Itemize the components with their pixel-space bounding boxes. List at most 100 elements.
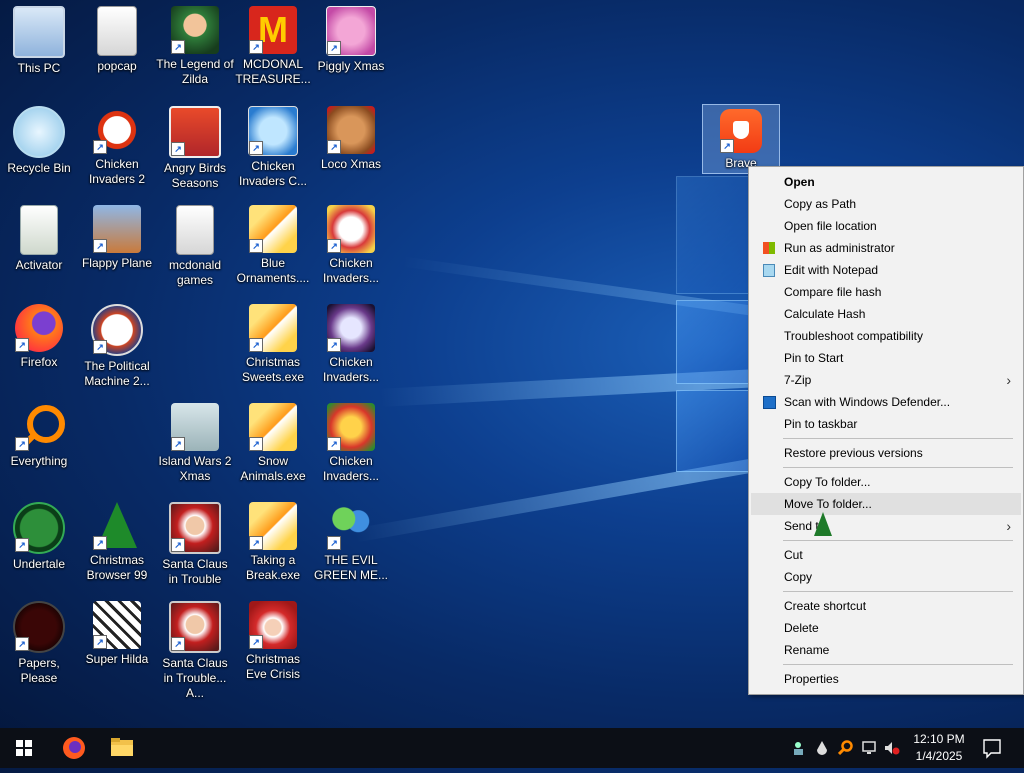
shortcut-arrow-icon: ↗ <box>93 239 107 253</box>
desktop-icon-label: The Political Machine 2... <box>84 359 150 388</box>
menu-separator <box>783 664 1013 665</box>
defender-icon <box>763 396 776 409</box>
taskbar-file-explorer-button[interactable] <box>98 728 146 768</box>
desktop-icon-chicken-invaders-3[interactable]: ↗ Chicken Invaders... <box>312 205 390 286</box>
desktop-icon-blue-ornaments[interactable]: ↗ Blue Ornaments.... <box>234 205 312 286</box>
desktop-icon-christmas-eve-crisis[interactable]: ↗ Christmas Eve Crisis <box>234 601 312 682</box>
desktop-icon-snow-animals[interactable]: ↗ Snow Animals.exe <box>234 403 312 484</box>
desktop-icon-label: Angry Birds Seasons <box>163 161 227 190</box>
shortcut-arrow-icon: ↗ <box>249 536 263 550</box>
start-button[interactable] <box>0 728 48 768</box>
shortcut-arrow-icon: ↗ <box>327 140 341 154</box>
desktop-icon-legend-of-zilda[interactable]: ↗ The Legend of Zilda <box>156 6 234 87</box>
menu-item-label: Create shortcut <box>784 599 867 613</box>
menu-item-label: Delete <box>784 621 819 635</box>
menu-item-move-to-folder[interactable]: Move To folder... <box>751 493 1021 515</box>
taskbar-clock[interactable]: 12:10 PM 1/4/2025 <box>908 731 970 765</box>
desktop-icon-christmas-browser[interactable]: ↗ Christmas Browser 99 <box>78 502 156 583</box>
desktop-icon-activator[interactable]: Activator <box>0 205 78 273</box>
desktop-icon-santa-claus-trouble[interactable]: ↗ Santa Claus in Trouble <box>156 502 234 587</box>
desktop-icon-undertale[interactable]: ↗ Undertale <box>0 502 78 572</box>
bear-icon: ↗ <box>327 106 375 154</box>
desktop-icon-loco-xmas[interactable]: ↗ Loco Xmas <box>312 106 390 172</box>
desktop-icon-label: Chicken Invaders... <box>322 454 380 483</box>
firefox-icon <box>63 737 85 759</box>
desktop-icon-santa-claus-trouble-again[interactable]: ↗ Santa Claus in Trouble... A... <box>156 601 234 701</box>
shortcut-arrow-icon: ↗ <box>249 40 263 54</box>
menu-item-compare-file-hash[interactable]: Compare file hash <box>751 281 1021 303</box>
desktop-icon-taking-a-break[interactable]: ↗ Taking a Break.exe <box>234 502 312 583</box>
menu-item-rename[interactable]: Rename <box>751 639 1021 661</box>
menu-item-open[interactable]: Open <box>751 171 1021 193</box>
menu-item-7zip[interactable]: 7-Zip › <box>751 369 1021 391</box>
desktop-icon-papers-please[interactable]: ↗ Papers, Please <box>0 601 78 686</box>
desktop-icon-popcap[interactable]: popcap <box>78 6 156 74</box>
desktop-icon-mcdonald-games[interactable]: mcdonald games <box>156 205 234 288</box>
desktop-icon-mcdonal-treasure[interactable]: M ↗ MCDONAL TREASURE... <box>234 6 312 87</box>
network-people-icon[interactable] <box>792 740 808 756</box>
menu-item-cut[interactable]: Cut <box>751 544 1021 566</box>
desktop-icon-firefox[interactable]: ↗ Firefox <box>0 304 78 370</box>
desktop-icon-chicken-invaders-5[interactable]: ↗ Chicken Invaders... <box>312 403 390 484</box>
desktop-icon-label: Activator <box>15 258 63 272</box>
menu-item-properties[interactable]: Properties <box>751 668 1021 690</box>
action-center-button[interactable] <box>972 728 1012 768</box>
desktop-icon-brave[interactable]: ↗ Brave <box>702 104 780 174</box>
desktop-icon-evil-green-messenger[interactable]: ↗ THE EVIL GREEN ME... <box>312 502 390 583</box>
drop-icon[interactable] <box>814 740 830 756</box>
game-icon: ↗ <box>93 205 141 253</box>
political-icon: ↗ <box>91 304 143 356</box>
shortcut-arrow-icon: ↗ <box>327 239 341 253</box>
desktop-icon-chicken-invaders-c[interactable]: ↗ Chicken Invaders C... <box>234 106 312 189</box>
menu-item-create-shortcut[interactable]: Create shortcut <box>751 595 1021 617</box>
menu-item-label: Cut <box>784 548 803 562</box>
desktop-icon-label: Flappy Plane <box>81 256 153 270</box>
taskbar: 12:10 PM 1/4/2025 <box>0 728 1024 768</box>
menu-separator <box>783 591 1013 592</box>
menu-item-pin-to-start[interactable]: Pin to Start <box>751 347 1021 369</box>
menu-item-calculate-hash[interactable]: Calculate Hash <box>751 303 1021 325</box>
search-icon[interactable] <box>837 740 854 756</box>
menu-item-troubleshoot-compatibility[interactable]: Troubleshoot compatibility <box>751 325 1021 347</box>
menu-item-delete[interactable]: Delete <box>751 617 1021 639</box>
shortcut-arrow-icon: ↗ <box>15 637 29 651</box>
desktop-icon-island-wars[interactable]: ↗ Island Wars 2 Xmas <box>156 403 234 484</box>
shortcut-arrow-icon: ↗ <box>93 140 107 154</box>
menu-item-scan-windows-defender[interactable]: Scan with Windows Defender... <box>751 391 1021 413</box>
desktop-icon-piggly-xmas[interactable]: ↗ Piggly Xmas <box>312 6 390 74</box>
desktop-icon-flappy-plane[interactable]: ↗ Flappy Plane <box>78 205 156 271</box>
desktop-icon-everything[interactable]: ↗ Everything <box>0 403 78 469</box>
taskbar-firefox-button[interactable] <box>50 728 98 768</box>
context-menu: Open Copy as Path Open file location Run… <box>748 166 1024 695</box>
menu-item-run-as-administrator[interactable]: Run as administrator <box>751 237 1021 259</box>
mcdonalds-icon: M ↗ <box>249 6 297 54</box>
menu-item-open-file-location[interactable]: Open file location <box>751 215 1021 237</box>
menu-item-copy[interactable]: Copy <box>751 566 1021 588</box>
desktop-icon-angry-birds-seasons[interactable]: ↗ Angry Birds Seasons <box>156 106 234 191</box>
chicken-icon: ↗ <box>248 106 298 156</box>
recycle-bin-icon <box>13 106 65 158</box>
desktop-icon-chicken-invaders-4[interactable]: ↗ Chicken Invaders... <box>312 304 390 385</box>
desktop-icon-christmas-sweets[interactable]: ↗ Christmas Sweets.exe <box>234 304 312 385</box>
menu-item-pin-to-taskbar[interactable]: Pin to taskbar <box>751 413 1021 435</box>
windows-logo-pane <box>676 176 750 294</box>
desktop-icon-this-pc[interactable]: This PC <box>0 6 78 76</box>
menu-item-send-to[interactable]: Send to › <box>751 515 1021 537</box>
menu-item-copy-to-folder[interactable]: Copy To folder... <box>751 471 1021 493</box>
menu-item-copy-as-path[interactable]: Copy as Path <box>751 193 1021 215</box>
network-icon[interactable] <box>862 740 878 756</box>
pig-icon: ↗ <box>326 6 376 56</box>
desktop-icon-label: Undertale <box>12 557 66 571</box>
shortcut-arrow-icon: ↗ <box>249 141 263 155</box>
menu-separator <box>783 467 1013 468</box>
desktop-icon-political-machine[interactable]: ↗ The Political Machine 2... <box>78 304 156 389</box>
desktop-icon-chicken-invaders-2[interactable]: ↗ Chicken Invaders 2 <box>78 106 156 187</box>
menu-item-restore-previous-versions[interactable]: Restore previous versions <box>751 442 1021 464</box>
desktop-icon-recycle-bin[interactable]: Recycle Bin <box>0 106 78 176</box>
desktop-icon-super-hilda[interactable]: ↗ Super Hilda <box>78 601 156 667</box>
desktop-icon-label: Chicken Invaders C... <box>238 159 308 188</box>
volume-muted-icon[interactable] <box>884 740 900 756</box>
menu-item-edit-with-notepad[interactable]: Edit with Notepad <box>751 259 1021 281</box>
menu-item-label: Open file location <box>784 219 877 233</box>
shortcut-arrow-icon: ↗ <box>720 139 734 153</box>
